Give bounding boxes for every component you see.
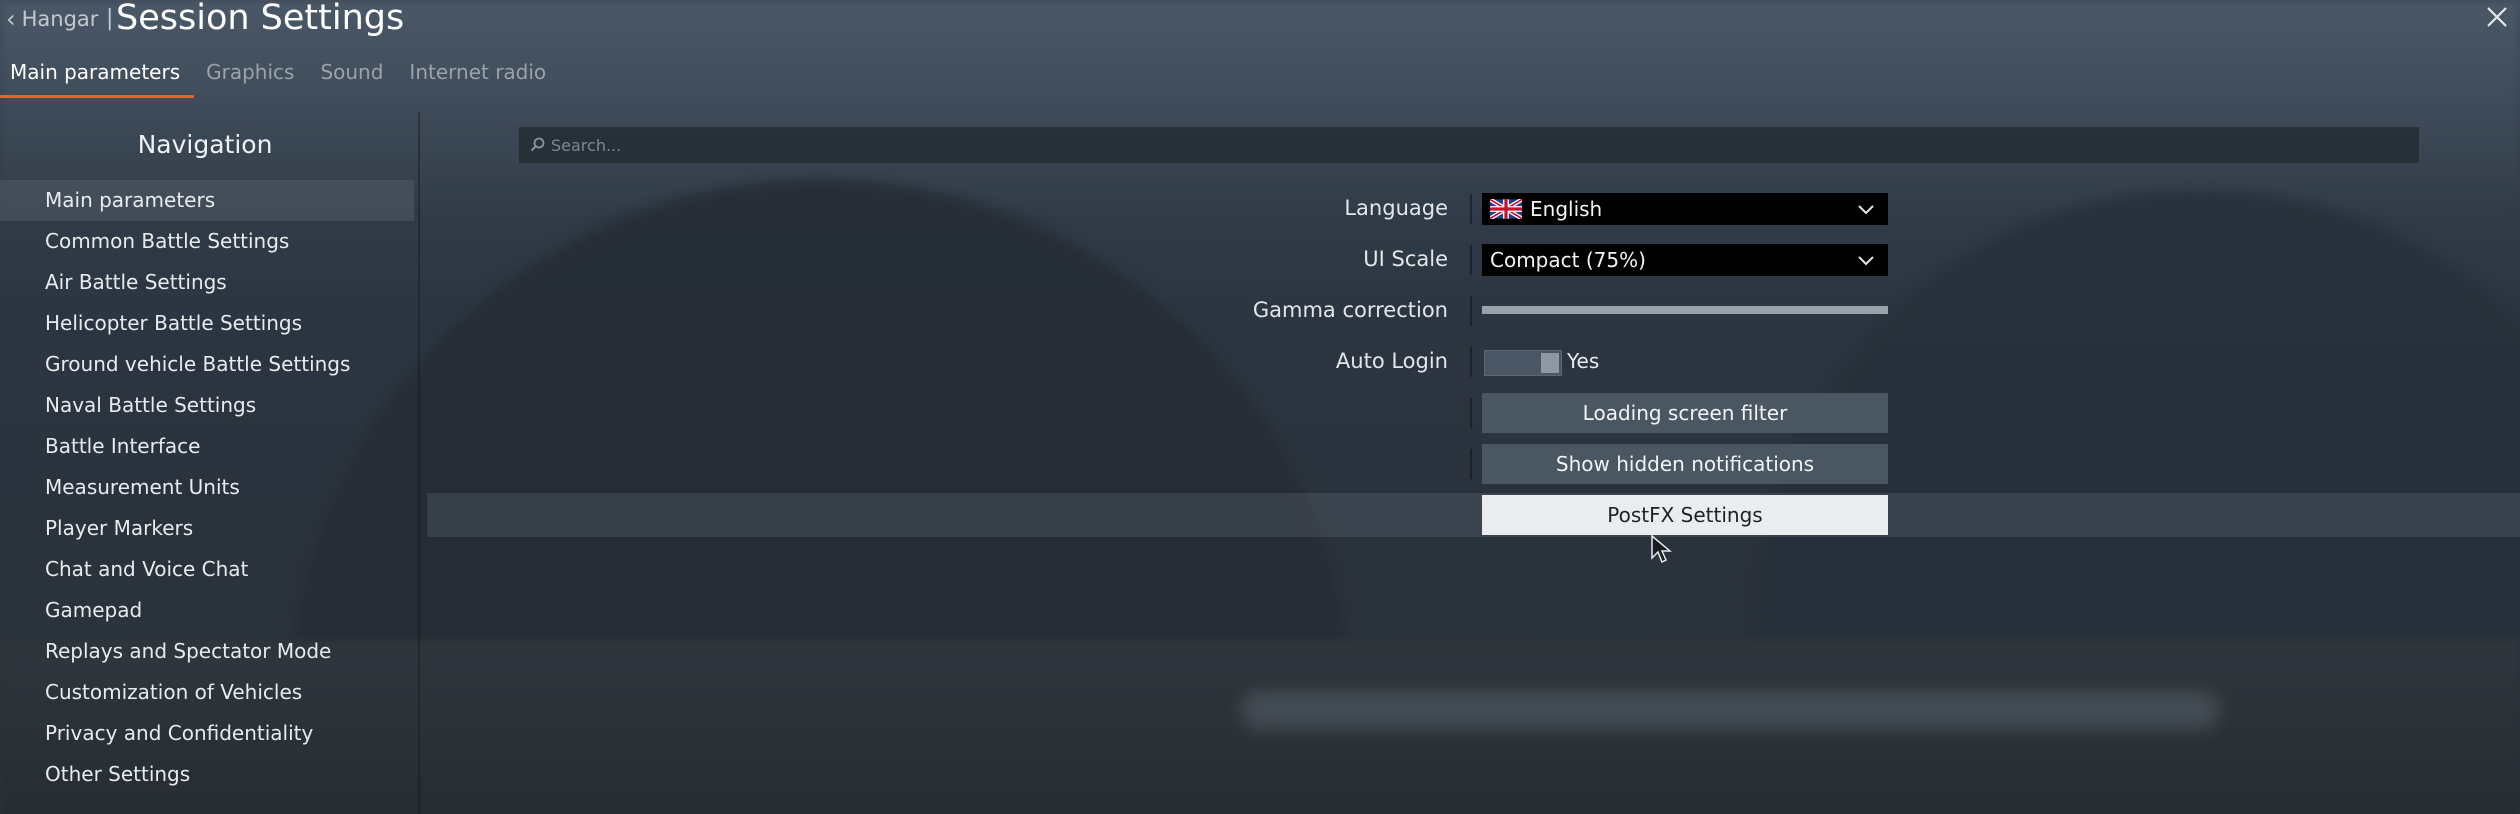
uk-flag-icon bbox=[1490, 199, 1522, 219]
row-separator bbox=[1470, 347, 1472, 377]
row-separator bbox=[1470, 398, 1472, 428]
nav-item-main-parameters[interactable]: Main parameters bbox=[0, 180, 414, 221]
language-dropdown[interactable]: English bbox=[1482, 193, 1888, 225]
auto-login-label: Auto Login bbox=[1335, 349, 1448, 373]
row-separator bbox=[1470, 296, 1472, 326]
tab-internet-radio[interactable]: Internet radio bbox=[409, 56, 546, 98]
nav-item-helicopter-battle-settings[interactable]: Helicopter Battle Settings bbox=[0, 303, 414, 344]
search-bar bbox=[519, 127, 2419, 163]
row-separator bbox=[1470, 449, 1472, 479]
tab-main-parameters[interactable]: Main parameters bbox=[0, 56, 195, 98]
nav-item-common-battle-settings[interactable]: Common Battle Settings bbox=[0, 221, 414, 262]
toggle-knob bbox=[1541, 353, 1559, 373]
search-input[interactable] bbox=[547, 134, 2413, 156]
nav-item-gamepad[interactable]: Gamepad bbox=[0, 590, 414, 631]
gamma-correction-label: Gamma correction bbox=[1252, 298, 1448, 322]
auto-login-value: Yes bbox=[1567, 349, 1600, 373]
tab-sound[interactable]: Sound bbox=[320, 56, 383, 98]
auto-login-toggle[interactable] bbox=[1484, 350, 1562, 376]
back-to-hangar-link[interactable]: ‹ Hangar bbox=[6, 2, 98, 36]
header: ‹ Hangar | Session Settings bbox=[0, 0, 2520, 40]
ui-scale-value: Compact (75%) bbox=[1490, 248, 1646, 272]
language-label: Language bbox=[1344, 196, 1448, 220]
nav-item-naval-battle-settings[interactable]: Naval Battle Settings bbox=[0, 385, 414, 426]
settings-tabs: Main parameters Graphics Sound Internet … bbox=[0, 56, 562, 98]
mouse-cursor-icon bbox=[1651, 534, 1672, 564]
nav-item-battle-interface[interactable]: Battle Interface bbox=[0, 426, 414, 467]
gamma-correction-slider[interactable] bbox=[1482, 306, 1888, 314]
chevron-down-icon bbox=[1858, 205, 1874, 215]
row-separator bbox=[1470, 245, 1472, 275]
page-title: Session Settings bbox=[116, 0, 405, 38]
back-label: Hangar bbox=[21, 7, 99, 31]
nav-item-player-markers[interactable]: Player Markers bbox=[0, 508, 414, 549]
navigation-divider bbox=[418, 112, 420, 814]
row-separator bbox=[1470, 194, 1472, 224]
nav-item-ground-vehicle-battle-settings[interactable]: Ground vehicle Battle Settings bbox=[0, 344, 414, 385]
chevron-left-icon: ‹ bbox=[6, 5, 16, 33]
language-value: English bbox=[1530, 197, 1603, 221]
close-icon bbox=[2487, 7, 2507, 27]
nav-item-chat-and-voice-chat[interactable]: Chat and Voice Chat bbox=[0, 549, 414, 590]
row-hover-highlight bbox=[427, 493, 2520, 537]
ui-scale-label: UI Scale bbox=[1363, 247, 1448, 271]
nav-item-replays-and-spectator-mode[interactable]: Replays and Spectator Mode bbox=[0, 631, 414, 672]
show-hidden-notifications-button[interactable]: Show hidden notifications bbox=[1482, 444, 1888, 484]
title-separator: | bbox=[106, 6, 114, 31]
ui-scale-dropdown[interactable]: Compact (75%) bbox=[1482, 244, 1888, 276]
tab-graphics[interactable]: Graphics bbox=[206, 56, 294, 98]
loading-screen-filter-button[interactable]: Loading screen filter bbox=[1482, 393, 1888, 433]
navigation-title: Navigation bbox=[137, 130, 273, 159]
nav-item-privacy-and-confidentiality[interactable]: Privacy and Confidentiality bbox=[0, 713, 414, 754]
nav-item-other-settings[interactable]: Other Settings bbox=[0, 754, 414, 795]
close-button[interactable] bbox=[2482, 0, 2512, 34]
nav-item-measurement-units[interactable]: Measurement Units bbox=[0, 467, 414, 508]
nav-item-customization-of-vehicles[interactable]: Customization of Vehicles bbox=[0, 672, 414, 713]
chevron-down-icon bbox=[1858, 256, 1874, 266]
navigation-list: Main parameters Common Battle Settings A… bbox=[0, 180, 414, 795]
search-icon bbox=[530, 137, 545, 152]
postfx-settings-button[interactable]: PostFX Settings bbox=[1482, 495, 1888, 535]
nav-item-air-battle-settings[interactable]: Air Battle Settings bbox=[0, 262, 414, 303]
